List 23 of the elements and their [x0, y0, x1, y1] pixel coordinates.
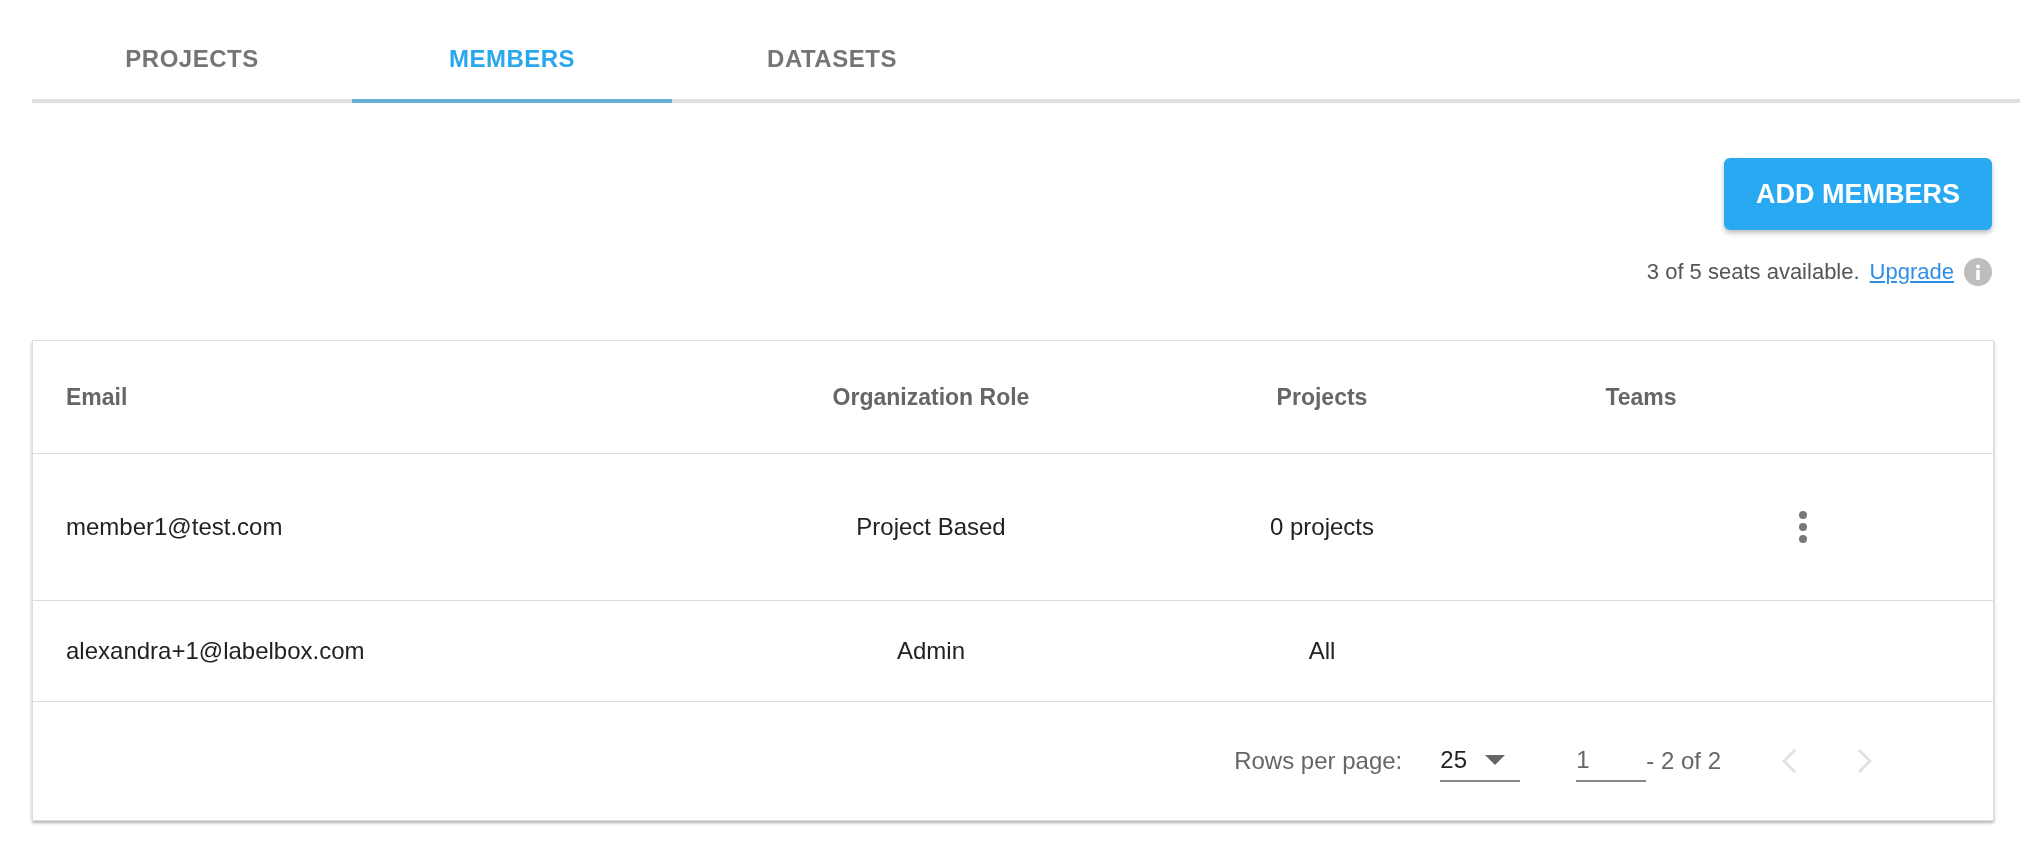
column-header: Projects: [1275, 383, 1369, 411]
table-cell-text: member1@test.com: [65, 513, 284, 541]
table-cell-text: Admin: [896, 637, 966, 665]
info-icon[interactable]: [1964, 258, 1992, 286]
rows-per-page-select[interactable]: 25: [1440, 740, 1521, 782]
page-input[interactable]: 1: [1576, 740, 1647, 782]
upgrade-link[interactable]: Upgrade: [1869, 259, 1954, 285]
dropdown-caret-icon: [1485, 755, 1505, 765]
table-cell-text: 0 projects: [1268, 513, 1376, 541]
add-members-button[interactable]: ADD MEMBERS: [1724, 158, 1992, 230]
column-header: Organization Role: [831, 383, 1031, 411]
table-cell-text: alexandra+1@labelbox.com: [65, 637, 366, 665]
tab[interactable]: DATASETS: [672, 18, 992, 103]
tab[interactable]: MEMBERS: [352, 18, 672, 103]
rows-per-page-label: Rows per page:: [1234, 747, 1403, 775]
more-options-icon[interactable]: [1798, 511, 1808, 543]
table-cell-text: All: [1307, 637, 1337, 665]
column-header: Email: [65, 383, 129, 411]
column-header: Teams: [1604, 383, 1678, 411]
table-cell-text: Project Based: [855, 513, 1007, 541]
seats-text: 3 of 5 seats available.: [1646, 259, 1860, 285]
page-range: - 2 of 2: [1646, 747, 1721, 775]
tab[interactable]: PROJECTS: [32, 18, 352, 103]
